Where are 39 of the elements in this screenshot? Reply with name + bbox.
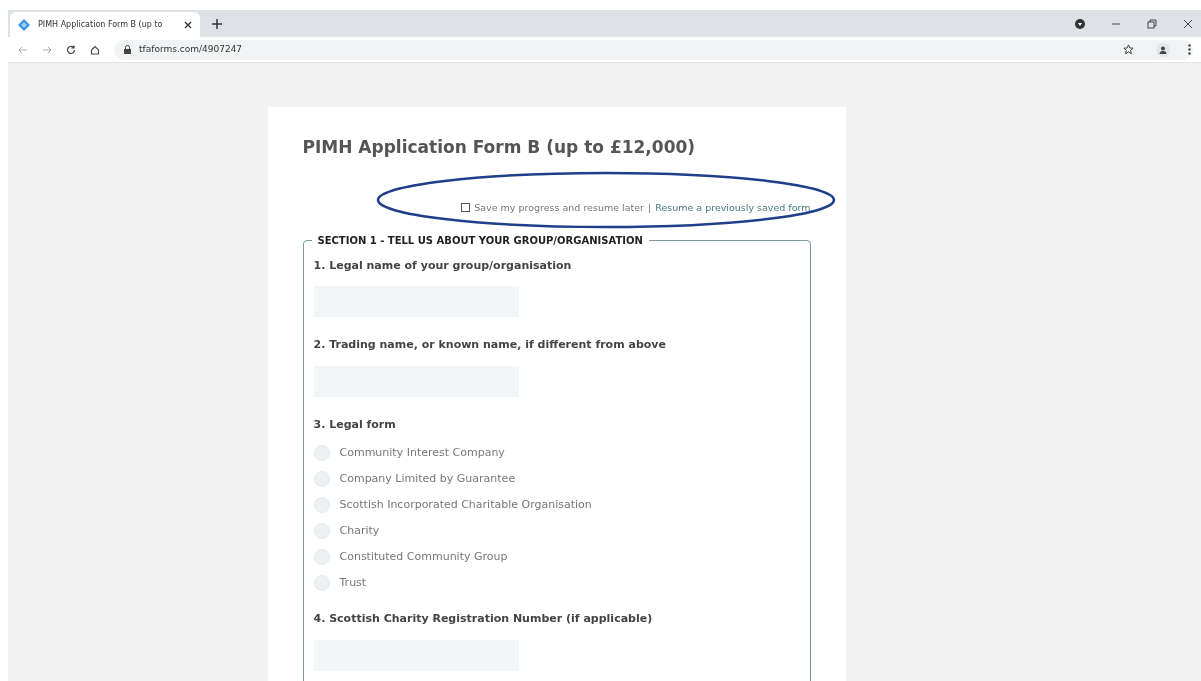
radio-button[interactable] (313, 497, 330, 514)
separator: | (648, 200, 652, 215)
option-label: Scottish Incorporated Charitable Organisation (339, 497, 592, 513)
back-arrow-icon[interactable] (18, 44, 28, 55)
question-label: 1. Legal name of your group/organisation (313, 257, 573, 274)
close-icon[interactable] (1183, 19, 1193, 29)
diamond-logo-icon (18, 18, 30, 31)
reload-icon[interactable] (66, 44, 76, 55)
account-icon[interactable] (1156, 42, 1170, 57)
browser-tab[interactable]: PIMH Application Form B (up to (10, 12, 200, 37)
section-legend: SECTION 1 - TELL US ABOUT YOUR GROUP/ORGANISATION (311, 232, 649, 248)
forward-arrow-icon[interactable] (42, 44, 52, 55)
close-icon[interactable] (184, 20, 192, 29)
question-label: 3. Legal form (313, 416, 397, 433)
star-icon[interactable] (1123, 44, 1134, 55)
option-label: Company Limited by Guarantee (339, 471, 516, 487)
radio-button[interactable] (313, 471, 330, 488)
plus-icon[interactable] (212, 19, 222, 29)
restore-icon[interactable] (1147, 19, 1157, 29)
home-icon[interactable] (90, 44, 100, 55)
resume-link[interactable]: Resume a previously saved form (655, 200, 811, 215)
radio-button[interactable] (313, 575, 330, 592)
url-text: tfaforms.com/4907247 (139, 42, 243, 56)
radio-button[interactable] (313, 445, 330, 462)
option-label: Constituted Community Group (339, 549, 508, 565)
profile-icon[interactable] (1075, 19, 1085, 29)
form-title: PIMH Application Form B (up to £12,000) (302, 136, 697, 159)
question-label: 4. Scottish Charity Registration Number (if applicable) (313, 611, 654, 628)
lock-icon (124, 45, 131, 54)
save-progress-label: Save my progress and resume later (474, 200, 644, 215)
radio-button[interactable] (313, 523, 330, 540)
checkbox[interactable] (461, 203, 471, 213)
menu-icon[interactable] (1188, 44, 1191, 55)
question-label: 2. Trading name, or known name, if different from above (313, 337, 667, 354)
option-label: Trust (339, 575, 367, 591)
address-bar[interactable]: tfaforms.com/4907247 (114, 39, 1193, 60)
option-label: Community Interest Company (339, 445, 505, 461)
radio-button[interactable] (313, 549, 330, 566)
option-label: Charity (339, 523, 380, 539)
